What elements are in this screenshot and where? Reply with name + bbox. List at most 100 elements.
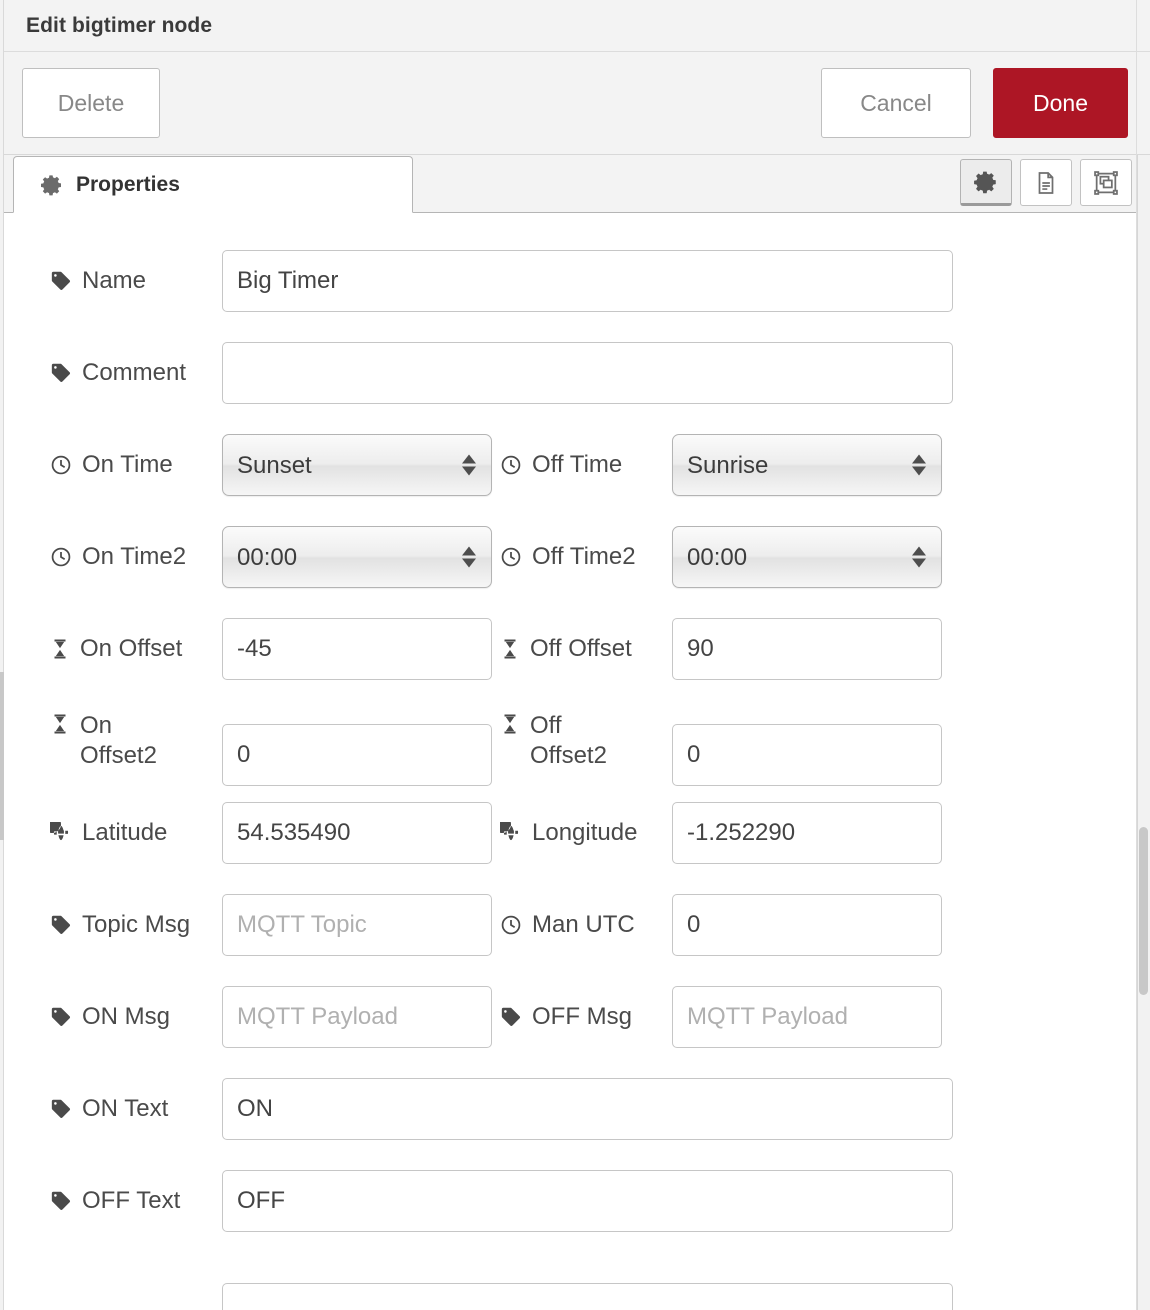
dialog-titlebar: Edit bigtimer node [0, 0, 1150, 52]
off-text-input[interactable] [222, 1170, 953, 1232]
form-row-comment: Comment [0, 327, 1150, 419]
on-offset-input[interactable] [222, 618, 492, 680]
man-utc-input[interactable] [672, 894, 942, 956]
label-on-time: On Time [50, 450, 222, 480]
clock-icon [50, 546, 72, 568]
clock-icon [50, 454, 72, 476]
label-off-text: OFF Text [50, 1186, 222, 1216]
label-off-offset2: Off Offset2 [500, 711, 672, 771]
next-field-partial[interactable] [222, 1283, 953, 1310]
label-off-time-text: Off Time [532, 450, 622, 480]
tag-icon [50, 1190, 72, 1212]
on-offset2-input[interactable] [222, 724, 492, 786]
properties-gear-icon-button[interactable] [960, 159, 1012, 206]
label-longitude: Longitude [500, 818, 672, 848]
vertical-scrollbar-thumb[interactable] [1139, 827, 1148, 995]
label-off-offset2-text: Off Offset2 [530, 711, 607, 771]
latitude-input[interactable] [222, 802, 492, 864]
on-time2-select[interactable]: 00:00 [222, 526, 492, 588]
label-topic-msg: Topic Msg [50, 910, 222, 940]
label-topic-msg-text: Topic Msg [82, 910, 190, 940]
cancel-button[interactable]: Cancel [821, 68, 971, 138]
label-on-offset: On Offset [50, 634, 222, 664]
appearance-icon [1092, 169, 1120, 197]
gear-icon [40, 173, 64, 197]
form-row-on-offset: On Offset Off Offset [0, 603, 1150, 695]
appearance-icon-button[interactable] [1080, 159, 1132, 206]
hourglass-icon [50, 713, 70, 735]
delete-button[interactable]: Delete [22, 68, 160, 138]
label-on-offset-text: On Offset [80, 634, 182, 664]
on-time-select[interactable]: Sunset [222, 434, 492, 496]
off-time2-select[interactable]: 00:00 [672, 526, 942, 588]
gear-icon [973, 169, 999, 195]
on-msg-input[interactable] [222, 986, 492, 1048]
label-man-utc-text: Man UTC [532, 910, 635, 940]
longitude-input[interactable] [672, 802, 942, 864]
tab-properties-label: Properties [76, 173, 180, 197]
off-offset-input[interactable] [672, 618, 942, 680]
tab-properties[interactable]: Properties [13, 156, 413, 213]
name-input[interactable] [222, 250, 953, 312]
dialog-button-bar: Delete Cancel Done [0, 52, 1150, 155]
form-row-on-msg: ON Msg OFF Msg [0, 971, 1150, 1063]
on-time2-select-wrapper: 00:00 [222, 526, 492, 588]
done-button[interactable]: Done [993, 68, 1128, 138]
label-name: Name [50, 266, 222, 296]
label-longitude-text: Longitude [532, 818, 637, 848]
label-off-offset: Off Offset [500, 634, 672, 664]
off-offset2-input[interactable] [672, 724, 942, 786]
hourglass-icon [500, 713, 520, 735]
tag-icon [50, 270, 72, 292]
off-msg-input[interactable] [672, 986, 942, 1048]
label-comment-text: Comment [82, 358, 186, 388]
form-row-off-text: OFF Text [0, 1155, 1150, 1247]
label-on-text-text: ON Text [82, 1094, 168, 1124]
label-off-time: Off Time [500, 450, 672, 480]
label-latitude-text: Latitude [82, 818, 167, 848]
label-off-msg-text: OFF Msg [532, 1002, 632, 1032]
clock-icon [500, 454, 522, 476]
label-name-text: Name [82, 266, 146, 296]
description-icon-button[interactable] [1020, 159, 1072, 206]
description-icon [1033, 170, 1059, 196]
off-time-select-wrapper: Sunrise [672, 434, 942, 496]
label-off-time2-text: Off Time2 [532, 542, 636, 572]
off-time2-select-wrapper: 00:00 [672, 526, 942, 588]
label-off-offset-text: Off Offset [530, 634, 632, 664]
form-row-on-text: ON Text [0, 1063, 1150, 1155]
hourglass-icon [50, 638, 70, 660]
comment-input[interactable] [222, 342, 953, 404]
tag-icon [50, 1006, 72, 1028]
label-on-time2: On Time2 [50, 542, 222, 572]
dialog-title: Edit bigtimer node [26, 14, 212, 38]
globe-icon [500, 822, 522, 844]
hourglass-icon [500, 638, 520, 660]
label-comment: Comment [50, 358, 222, 388]
properties-form: Name Comment [0, 213, 1150, 1308]
label-on-msg: ON Msg [50, 1002, 222, 1032]
label-off-time2: Off Time2 [500, 542, 672, 572]
vertical-scrollbar[interactable] [1137, 155, 1150, 1310]
panel-icon-button-group [960, 159, 1132, 206]
off-time-select[interactable]: Sunrise [672, 434, 942, 496]
label-on-time2-text: On Time2 [82, 542, 186, 572]
form-row-on-time2: On Time2 00:00 Off Time2 [0, 511, 1150, 603]
topic-msg-input[interactable] [222, 894, 492, 956]
label-on-offset2: On Offset2 [50, 711, 222, 771]
tab-bar: Properties [0, 155, 1150, 213]
on-time-select-wrapper: Sunset [222, 434, 492, 496]
label-on-time-text: On Time [82, 450, 173, 480]
left-scroll-indicator [0, 672, 4, 840]
on-text-input[interactable] [222, 1078, 953, 1140]
label-man-utc: Man UTC [500, 910, 672, 940]
tag-icon [50, 362, 72, 384]
globe-icon [50, 822, 72, 844]
label-on-msg-text: ON Msg [82, 1002, 170, 1032]
label-on-offset2-text: On Offset2 [80, 711, 157, 771]
label-off-msg: OFF Msg [500, 1002, 672, 1032]
form-row-latitude: Latitude Longitude [0, 787, 1150, 879]
edit-node-dialog: Edit bigtimer node Delete Cancel Done Pr… [0, 0, 1150, 1310]
label-off-text-text: OFF Text [82, 1186, 180, 1216]
form-row-on-offset2: On Offset2 Off Offset2 [0, 695, 1150, 787]
